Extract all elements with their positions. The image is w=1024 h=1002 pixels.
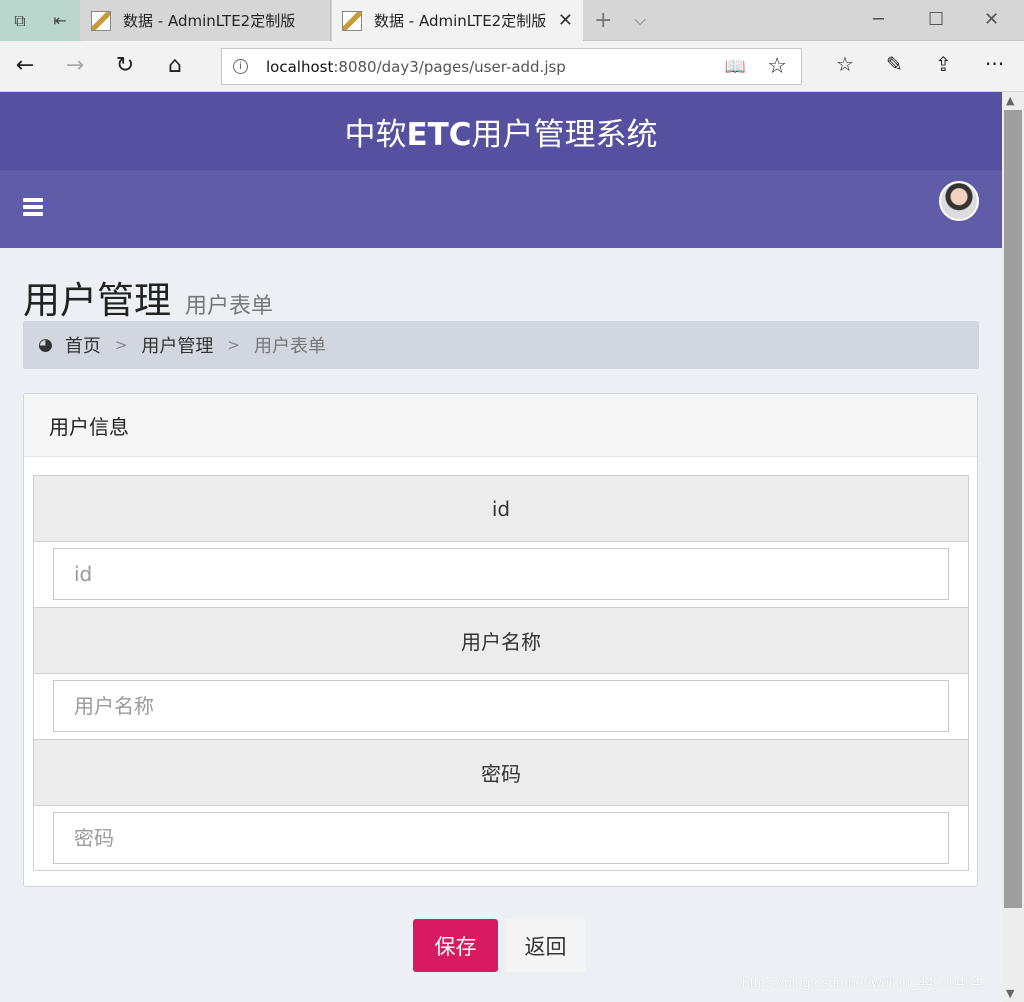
field-label-username: 用户名称 [34,608,968,674]
browser-tab-strip: ⧉ ⇤ 数据 - AdminLTE2定制版 数据 - AdminLTE2定制版 … [0,0,1024,41]
tabs-aside-icon: ⧉ [14,10,26,30]
user-form-table: id 用户名称 密码 [33,475,969,871]
breadcrumb-user-management-link[interactable]: 用户管理 [141,332,213,358]
username-input[interactable] [53,680,949,732]
page-favicon-icon [91,10,111,31]
set-aside-icon: ⇤ [53,11,67,30]
field-label-password: 密码 [34,740,968,806]
scrollbar-thumb[interactable] [1004,110,1022,908]
set-aside-button[interactable]: ⇤ [40,0,80,41]
add-favorite-star-icon[interactable]: ☆ [767,54,787,79]
favorites-icon[interactable]: ☆ [836,52,854,76]
url-field[interactable]: i localhost:8080/day3/pages/user-add.jsp… [221,48,802,85]
breadcrumb-home-link[interactable]: 首页 [65,332,101,358]
user-avatar[interactable] [939,181,979,221]
tab-list-chevron-icon[interactable]: ⌵ [634,10,646,30]
site-info-icon[interactable]: i [233,59,248,74]
browser-tab-1[interactable]: 数据 - AdminLTE2定制版 [81,0,331,41]
page-favicon-icon [342,10,362,31]
breadcrumb-separator: > [114,336,128,354]
tab-preview-button[interactable]: ⧉ [0,0,40,41]
save-button[interactable]: 保存 [413,919,498,972]
app-title: 中软ETC用户管理系统 [344,116,658,153]
forward-button[interactable]: → [60,53,90,78]
id-input[interactable] [53,548,949,600]
url-text: localhost:8080/day3/pages/user-add.jsp [266,57,566,76]
field-row-username [34,674,968,740]
breadcrumb-current: 用户表单 [254,336,326,357]
new-tab-button[interactable]: + [594,8,612,33]
maximize-button[interactable]: ☐ [928,9,944,30]
home-button[interactable]: ⌂ [160,53,190,78]
page-title: 用户管理 [23,279,171,322]
close-window-button[interactable]: ✕ [984,9,999,30]
scroll-up-arrow-icon[interactable]: ▲ [1006,94,1014,107]
box-title: 用户信息 [24,394,977,457]
tab-label: 数据 - AdminLTE2定制版 [123,12,296,30]
password-input[interactable] [53,812,949,864]
back-button-page[interactable]: 返回 [505,919,586,972]
page-subtitle: 用户表单 [185,294,274,319]
reading-view-icon[interactable]: 📖 [725,57,746,77]
app-header: 中软ETC用户管理系统 [0,92,1002,170]
user-info-box: 用户信息 id 用户名称 密码 [23,393,978,887]
back-button[interactable]: ← [10,53,40,78]
page-scrollbar[interactable]: ▲ ▼ [1002,92,1024,1002]
scroll-down-arrow-icon[interactable]: ▼ [1006,987,1014,1000]
refresh-button[interactable]: ↻ [110,53,140,78]
share-icon[interactable]: ⇪ [935,52,952,76]
sidebar-toggle-hamburger-icon[interactable] [23,198,43,219]
content-header: 用户管理 用户表单 [23,270,273,324]
page-viewport: 中软ETC用户管理系统 用户管理 用户表单 ◕ 首页 > 用户管理 > 用户表单 … [0,92,1002,1002]
tab-label: 数据 - AdminLTE2定制版 [374,12,547,30]
watermark-text: https://blog.csdn.net/weixin_44030454 [742,974,981,990]
browser-tab-2[interactable]: 数据 - AdminLTE2定制版 ✕ [332,0,583,41]
field-row-id [34,542,968,608]
browser-address-bar: ← → ↻ ⌂ i localhost:8080/day3/pages/user… [0,41,1024,92]
breadcrumb-separator: > [227,336,240,354]
field-row-password [34,806,968,870]
app-navbar [0,170,1002,248]
minimize-button[interactable]: ─ [873,9,884,30]
close-tab-icon[interactable]: ✕ [558,10,573,31]
breadcrumb: ◕ 首页 > 用户管理 > 用户表单 [23,321,979,369]
web-notes-icon[interactable]: ✎ [886,52,903,76]
dashboard-icon: ◕ [38,335,53,355]
field-label-id: id [34,476,968,542]
more-menu-icon[interactable]: ··· [985,52,1004,76]
